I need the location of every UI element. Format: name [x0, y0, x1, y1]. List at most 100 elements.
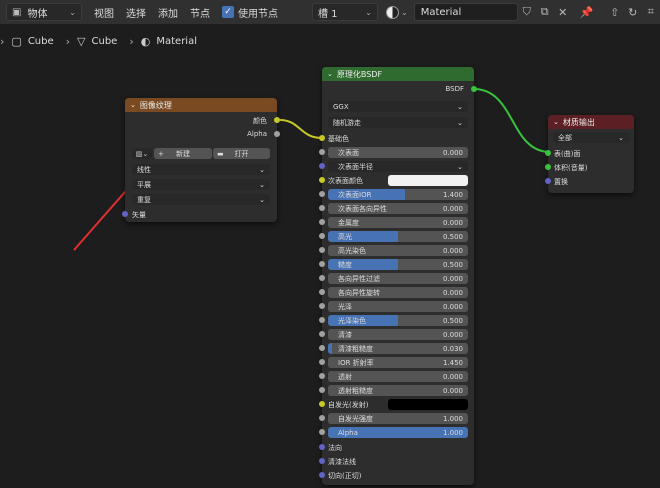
breadcrumb-object: Cube [27, 35, 54, 47]
field-label: 次表面各向异性 [338, 204, 387, 213]
input-subsurface-color-socket[interactable] [319, 177, 325, 183]
output-bsdf-socket[interactable] [471, 86, 477, 92]
menu-view[interactable]: 视图 [94, 5, 114, 20]
bsdf-value-field[interactable]: 高光染色 0.000 [328, 245, 468, 256]
subsurface-color-swatch[interactable] [388, 175, 468, 186]
use-nodes-toggle[interactable]: ✓ 使用节点 [222, 5, 278, 20]
new-image-button[interactable]: + 新建 [154, 148, 212, 159]
bsdf-value-field[interactable]: 次表面各向异性 0.000 [328, 203, 468, 214]
field-label: 各向异性旋转 [338, 288, 380, 297]
subsurface-field[interactable]: 次表面 0.000 [328, 147, 468, 158]
slot-dropdown[interactable]: 槽 1 ⌄ [312, 3, 378, 21]
collapse-icon[interactable]: ⌄ [327, 70, 333, 78]
material-name-field[interactable]: Material [413, 3, 518, 21]
input-field-socket[interactable] [319, 233, 325, 239]
snap-icon[interactable]: ↻ [624, 3, 642, 21]
bsdf-value-field[interactable]: 透射 0.000 [328, 371, 468, 382]
input-clearcoat-normal-socket[interactable] [319, 458, 325, 464]
pin-icon[interactable]: 📌 [578, 3, 596, 21]
emission-strength-field[interactable]: 自发光强度 1.000 [328, 413, 468, 424]
subsurface-color-label: 次表面颜色 [328, 177, 363, 185]
input-surface-socket[interactable] [545, 150, 551, 156]
bsdf-value-field[interactable]: 光泽染色 0.500 [328, 315, 468, 326]
mode-dropdown[interactable]: ▣ 物体 ⌄ [6, 3, 82, 21]
image-texture-node[interactable]: ⌄ 图像纹理 颜色 Alpha ▨⌄ + 新建 ▬ 打开 线性 ⌄ 平展 ⌄ 重… [122, 98, 280, 222]
input-vector-socket[interactable] [122, 211, 128, 217]
material-output-header[interactable]: ⌄ 材质输出 [548, 115, 634, 129]
input-field-socket[interactable] [319, 289, 325, 295]
bsdf-value-field[interactable]: 糙度 0.500 [328, 259, 468, 270]
bsdf-value-field[interactable]: 透射粗糙度 0.000 [328, 385, 468, 396]
alpha-field[interactable]: Alpha 1.000 [328, 427, 468, 438]
input-field-socket[interactable] [319, 331, 325, 337]
input-tangent-socket[interactable] [319, 472, 325, 478]
input-field-socket[interactable] [319, 373, 325, 379]
input-emission-socket[interactable] [319, 401, 325, 407]
bsdf-value-field[interactable]: 金属度 0.000 [328, 217, 468, 228]
collapse-icon[interactable]: ⌄ [130, 101, 136, 109]
emission-color-swatch[interactable] [388, 399, 468, 410]
bsdf-value-field[interactable]: 光泽 0.000 [328, 301, 468, 312]
bsdf-value-field[interactable]: IOR 折射率 1.450 [328, 357, 468, 368]
input-field-socket[interactable] [319, 387, 325, 393]
bsdf-value-field[interactable]: 各向异性旋转 0.000 [328, 287, 468, 298]
chevron-down-icon: ⌄ [259, 195, 265, 204]
material-output-node[interactable]: ⌄ 材质输出 全部 ⌄ 表(曲)面 体积(音量) 置换 [545, 115, 634, 193]
input-subsurface-radius-socket[interactable] [319, 163, 325, 169]
output-bsdf-label: BSDF [445, 85, 464, 93]
bsdf-value-field[interactable]: 高光 0.500 [328, 231, 468, 242]
input-alpha-socket[interactable] [319, 429, 325, 435]
input-subsurface-socket[interactable] [319, 149, 325, 155]
interpolation-dropdown[interactable]: 线性 ⌄ [132, 164, 270, 175]
node-title: 图像纹理 [139, 100, 172, 110]
input-field-socket[interactable] [319, 219, 325, 225]
bsdf-header[interactable]: ⌄ 原理化BSDF [322, 67, 474, 81]
projection-dropdown[interactable]: 平展 ⌄ [132, 179, 270, 190]
input-displacement-socket[interactable] [545, 178, 551, 184]
duplicate-icon[interactable]: ⧉ [536, 3, 554, 21]
close-icon[interactable]: ✕ [554, 3, 572, 21]
input-field-socket[interactable] [319, 191, 325, 197]
input-field-socket[interactable] [319, 345, 325, 351]
parent-node-tree-icon[interactable]: ⇧ [606, 3, 624, 21]
input-normal-socket[interactable] [319, 444, 325, 450]
menu-add[interactable]: 添加 [158, 5, 178, 20]
subsurface-radius-dropdown[interactable]: 次表面半径 ⌄ [328, 161, 468, 172]
input-field-socket[interactable] [319, 247, 325, 253]
bsdf-value-field[interactable]: 次表面IOR 1.400 [328, 189, 468, 200]
output-color-socket[interactable] [274, 117, 280, 123]
principled-bsdf-node[interactable]: ⌄ 原理化BSDF BSDF GGX ⌄ 随机游走 ⌄ 基础色 次表面 0.000 … [319, 67, 477, 485]
menu-node[interactable]: 节点 [190, 5, 210, 20]
use-nodes-label: 使用节点 [238, 8, 278, 20]
input-volume-socket[interactable] [545, 164, 551, 170]
output-alpha-socket[interactable] [274, 131, 280, 137]
input-field-socket[interactable] [319, 205, 325, 211]
input-basecolor-socket[interactable] [319, 135, 325, 141]
field-label: 光泽 [338, 302, 352, 311]
bsdf-value-field[interactable]: 清漆 0.000 [328, 329, 468, 340]
image-texture-header[interactable]: ⌄ 图像纹理 [125, 98, 277, 112]
field-value: 0.500 [442, 260, 463, 269]
bsdf-value-field[interactable]: 清漆粗糙度 0.030 [328, 343, 468, 354]
field-value: 0.000 [442, 246, 463, 255]
extension-dropdown[interactable]: 重复 ⌄ [132, 194, 270, 205]
distribution-dropdown[interactable]: GGX ⌄ [328, 101, 468, 112]
target-dropdown[interactable]: 全部 ⌄ [553, 132, 629, 143]
collapse-icon[interactable]: ⌄ [553, 118, 559, 126]
fake-user-shield-icon[interactable]: ⛉ [518, 3, 536, 21]
field-value: 0.000 [442, 330, 463, 339]
input-field-socket[interactable] [319, 303, 325, 309]
input-field-socket[interactable] [319, 261, 325, 267]
menu-select[interactable]: 选择 [126, 5, 146, 20]
image-browse-button[interactable]: ▨⌄ [132, 148, 152, 159]
breadcrumb-material: Material [156, 35, 197, 47]
open-image-button[interactable]: ▬ 打开 [213, 148, 270, 159]
input-field-socket[interactable] [319, 317, 325, 323]
bsdf-value-field[interactable]: 各向异性过滤 0.000 [328, 273, 468, 284]
subsurface-method-dropdown[interactable]: 随机游走 ⌄ [328, 117, 468, 128]
input-field-socket[interactable] [319, 359, 325, 365]
input-field-socket[interactable] [319, 275, 325, 281]
input-emission-strength-socket[interactable] [319, 415, 325, 421]
material-browse-button[interactable]: ⌄ [386, 5, 408, 19]
snap-settings-icon[interactable]: ⌗ [642, 3, 660, 21]
